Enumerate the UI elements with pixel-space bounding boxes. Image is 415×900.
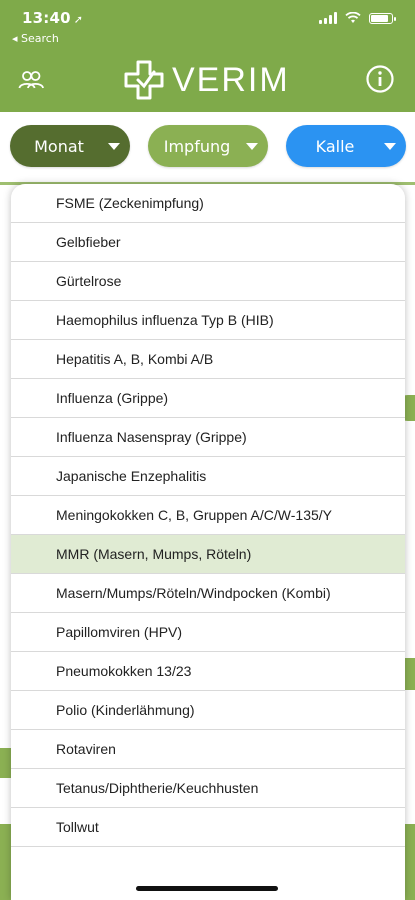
users-icon[interactable] (18, 70, 44, 90)
vaccination-option[interactable]: FSME (Zeckenimpfung) (11, 184, 405, 223)
vaccination-option[interactable]: Influenza Nasenspray (Grippe) (11, 418, 405, 457)
vaccination-option[interactable]: Papillomviren (HPV) (11, 613, 405, 652)
medical-cross-icon (124, 60, 164, 100)
vaccination-option[interactable]: MMR (Masern, Mumps, Röteln) (11, 535, 405, 574)
vaccination-filter-label: Impfung (163, 136, 231, 156)
app-logo: VERIM (124, 60, 290, 100)
home-indicator (136, 886, 278, 891)
vaccination-option[interactable]: Japanische Enzephalitis (11, 457, 405, 496)
month-filter-dropdown[interactable]: Monat (10, 125, 130, 167)
vaccination-filter-dropdown[interactable]: Impfung (148, 125, 268, 167)
brand-name: VERIM (172, 60, 290, 99)
signal-icon (319, 12, 337, 24)
chevron-down-icon (384, 142, 396, 150)
vaccination-option[interactable]: Haemophilus influenza Typ B (HIB) (11, 301, 405, 340)
location-arrow-icon: ➚ (73, 13, 84, 26)
vaccination-option[interactable]: Tetanus/Diphtherie/Keuchhusten (11, 769, 405, 808)
status-bar: 13:40 ➚ ◂ Search (0, 0, 415, 50)
vaccination-option[interactable]: Gürtelrose (11, 262, 405, 301)
month-filter-label: Monat (34, 136, 84, 156)
vaccination-option[interactable]: Rotaviren (11, 730, 405, 769)
vaccination-option[interactable]: Polio (Kinderlähmung) (11, 691, 405, 730)
battery-icon (369, 12, 396, 24)
vaccination-option[interactable]: Meningokokken C, B, Gruppen A/C/W-135/Y (11, 496, 405, 535)
vaccination-option[interactable]: Influenza (Grippe) (11, 379, 405, 418)
vaccination-option[interactable]: Masern/Mumps/Röteln/Windpocken (Kombi) (11, 574, 405, 613)
wifi-icon (345, 12, 361, 23)
vaccination-option[interactable]: Pneumokokken 13/23 (11, 652, 405, 691)
clock-text: 13:40 (22, 9, 71, 27)
chevron-down-icon (246, 142, 258, 150)
info-icon[interactable] (365, 64, 395, 94)
back-to-search-link[interactable]: ◂ Search (12, 32, 59, 45)
filter-bar: Monat Impfung Kalle (0, 112, 415, 182)
status-time: 13:40 ➚ (22, 9, 83, 27)
vaccination-option[interactable]: Hepatitis A, B, Kombi A/B (11, 340, 405, 379)
chevron-down-icon (108, 142, 120, 150)
vaccination-option[interactable]: Tollwut (11, 808, 405, 847)
person-filter-label: Kalle (315, 136, 355, 156)
vaccination-option[interactable]: Gelbfieber (11, 223, 405, 262)
status-icons (319, 12, 396, 24)
vaccination-picker-list[interactable]: FSME (Zeckenimpfung) Gelbfieber Gürtelrose… (11, 184, 405, 900)
person-filter-dropdown[interactable]: Kalle (286, 125, 406, 167)
app-bar: VERIM (0, 50, 415, 112)
